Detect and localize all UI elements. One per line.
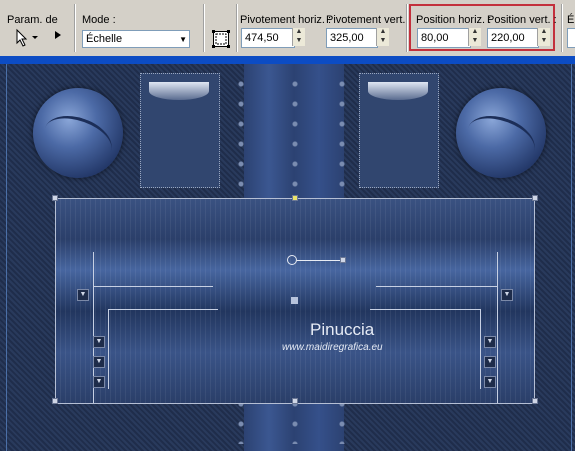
pivot-h-input[interactable]: [242, 29, 294, 47]
center-handle[interactable]: [291, 297, 298, 304]
pos-h-label: Position horiz. :: [416, 14, 492, 26]
pivot-v-label: Pivotement vert. :: [326, 14, 412, 26]
pos-v-label: Position vert. :: [487, 14, 557, 26]
dotted-panel: [140, 73, 220, 188]
rotation-handle[interactable]: [340, 257, 346, 263]
mode-value: Échelle: [86, 33, 123, 45]
image-window-title-bar: [0, 56, 575, 64]
separator: [74, 4, 75, 52]
image-canvas[interactable]: ▼ ▼ ▼ ▼ ▼ ▼ ▼ ▼ Pinuccia www.maidiregraf…: [0, 56, 575, 451]
transform-icon[interactable]: [212, 30, 230, 48]
resize-handle[interactable]: [52, 195, 58, 201]
cut-off-field[interactable]: [567, 28, 575, 48]
watermark-name: Pinuccia: [310, 320, 375, 339]
preset-label: Param. de: [7, 14, 58, 26]
dotted-panel: [359, 73, 439, 188]
resize-handle[interactable]: [52, 398, 58, 404]
mouse-pointer-icon: [16, 28, 38, 47]
watermark-url: www.maidiregrafica.eu: [282, 342, 383, 353]
pos-v-field[interactable]: [487, 28, 539, 48]
glass-sphere: [456, 88, 546, 178]
separator: [203, 4, 204, 52]
pivot-h-spinner[interactable]: ▲ ▼: [292, 28, 305, 46]
separator: [406, 4, 407, 52]
cut-off-label: É: [567, 14, 575, 26]
resize-handle[interactable]: [292, 195, 298, 201]
resize-handle[interactable]: [532, 398, 538, 404]
pos-v-spinner[interactable]: ▲ ▼: [537, 28, 550, 46]
pivot-v-spinner[interactable]: ▲ ▼: [376, 28, 389, 46]
separator: [561, 4, 562, 52]
rotation-handle-line: [297, 260, 343, 261]
chevron-down-icon: ▼: [179, 35, 187, 44]
pos-h-input[interactable]: [418, 29, 470, 47]
rotation-pivot-icon[interactable]: [287, 255, 297, 265]
pos-v-input[interactable]: [488, 29, 538, 47]
glass-sphere: [33, 88, 123, 178]
pivot-h-label: Pivotement horiz. :: [240, 14, 332, 26]
pivot-v-input[interactable]: [327, 29, 377, 47]
resize-handle[interactable]: [292, 398, 298, 404]
pos-h-spinner[interactable]: ▲ ▼: [468, 28, 481, 46]
mode-select[interactable]: Échelle ▼: [82, 30, 190, 48]
triangle-right-icon[interactable]: [54, 30, 62, 40]
separator: [236, 4, 237, 52]
pivot-h-field[interactable]: [241, 28, 295, 48]
pivot-v-field[interactable]: [326, 28, 378, 48]
mode-label: Mode :: [82, 14, 116, 26]
resize-handle[interactable]: [532, 195, 538, 201]
toolbar: Param. de Mode : Échelle ▼ Pivotement ho…: [0, 0, 575, 57]
preset-dropdown[interactable]: [8, 28, 44, 48]
pos-h-field[interactable]: [417, 28, 471, 48]
